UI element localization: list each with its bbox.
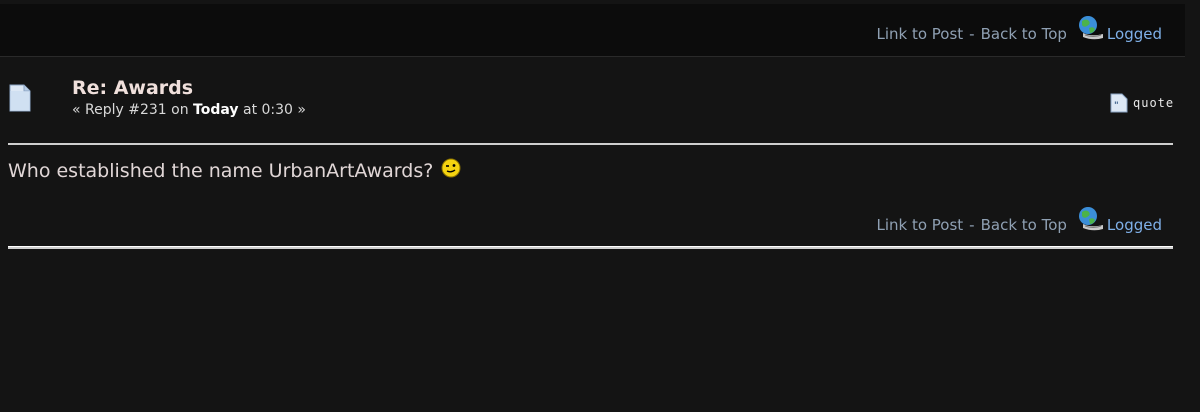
post-time: at 0:30 » (242, 102, 306, 118)
back-to-top-link[interactable]: Back to Top (981, 216, 1067, 234)
link-to-post[interactable]: Link to Post (876, 25, 963, 43)
globe-user-icon (1078, 207, 1103, 231)
post-separator (8, 246, 1173, 249)
separator: - (969, 216, 975, 234)
post-body: Who established the name UrbanArtAwards? (8, 158, 461, 182)
quote-button[interactable]: " quote (1110, 93, 1174, 113)
document-icon (9, 84, 31, 112)
globe-user-icon (1078, 16, 1103, 40)
quote-label: quote (1133, 96, 1175, 110)
post-footer: Link to Post - Back to Top Logged (0, 195, 1185, 245)
wink-smiley-icon (441, 158, 461, 178)
reply-number: « Reply #231 on (72, 102, 189, 118)
footer-links: Link to Post - Back to Top Logged (876, 16, 1162, 47)
link-to-post[interactable]: Link to Post (876, 216, 963, 234)
post-day: Today (193, 102, 239, 118)
logged-status: Logged (1106, 216, 1162, 234)
quote-icon: " (1110, 93, 1128, 113)
footer-links: Link to Post - Back to Top Logged (876, 207, 1162, 238)
separator: - (969, 25, 975, 43)
back-to-top-link[interactable]: Back to Top (981, 25, 1067, 43)
post-title[interactable]: Re: Awards (72, 77, 193, 99)
post-body-text: Who established the name UrbanArtAwards? (8, 160, 434, 182)
previous-post-footer: Link to Post - Back to Top Logged (0, 4, 1185, 57)
svg-text:": " (1114, 101, 1119, 111)
post-header: Re: Awards « Reply #231 on Today at 0:30… (0, 77, 1185, 138)
logged-status: Logged (1106, 25, 1162, 43)
post-meta: « Reply #231 on Today at 0:30 » (72, 102, 306, 118)
divider (8, 143, 1173, 145)
